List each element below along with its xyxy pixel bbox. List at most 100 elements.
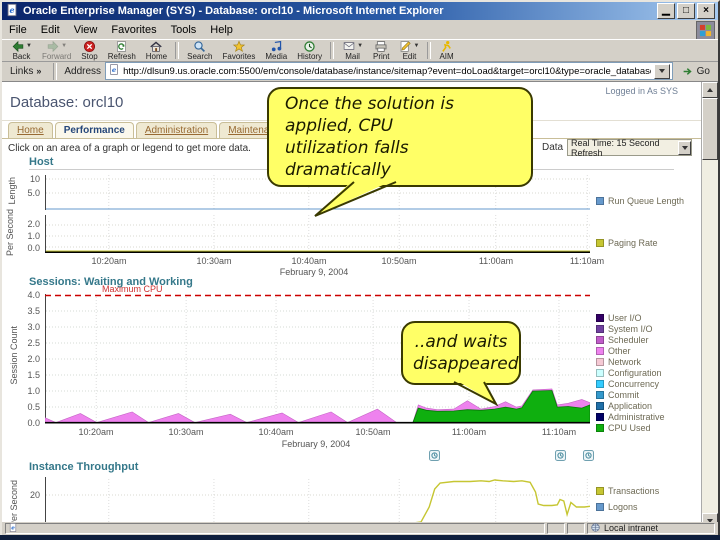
forward-icon [46, 40, 60, 53]
y-axis-label: Per Second [9, 480, 19, 528]
home-button[interactable]: Home [141, 40, 172, 61]
tab-home[interactable]: Home [8, 122, 53, 139]
menu-file[interactable]: File [2, 23, 34, 37]
legend-swatch [596, 487, 604, 495]
favorites-icon [232, 39, 246, 53]
address-dropdown-button[interactable] [653, 63, 670, 79]
legend-swatch [596, 369, 604, 377]
interval-clock-icon[interactable] [429, 450, 440, 461]
restore-button[interactable]: □ [677, 3, 695, 19]
legend-concurrency[interactable]: Concurrency [596, 379, 659, 389]
minimize-button[interactable]: ▁ [657, 3, 675, 19]
ie-logo [696, 21, 715, 40]
legend-swatch [596, 336, 604, 344]
address-label: Address [64, 65, 102, 77]
legend-label: Run Queue Length [608, 196, 685, 206]
links-toolbar[interactable]: Links» [5, 63, 46, 79]
legend-run-queue-length[interactable]: Run Queue Length [596, 196, 684, 206]
dropdown-caret-icon[interactable]: ▼ [61, 43, 67, 49]
y-tick: 2.5 [27, 338, 40, 348]
legend-system-i-o[interactable]: System I/O [596, 324, 653, 334]
legend-commit[interactable]: Commit [596, 390, 639, 400]
toolbar-button-label: History [297, 52, 323, 61]
legend-transactions[interactable]: Transactions [596, 486, 659, 496]
refresh-button[interactable]: Refresh [103, 40, 141, 61]
dropdown-caret-icon[interactable]: ▼ [357, 43, 363, 49]
menu-view[interactable]: View [67, 23, 105, 37]
menu-tools[interactable]: Tools [164, 23, 204, 37]
em-page: Logged in As SYS Database: orcl10 Home Pe… [2, 82, 702, 529]
dropdown-caret-icon[interactable]: ▼ [413, 43, 419, 49]
go-button[interactable]: Go [677, 65, 715, 78]
section-host-title: Host [29, 156, 54, 168]
forward-button[interactable]: ▼ Forward [37, 40, 76, 61]
x-label: 10:20am [78, 427, 114, 437]
scroll-up-button[interactable] [702, 82, 718, 98]
tab-administration[interactable]: Administration [135, 122, 218, 139]
print-button[interactable]: Print [368, 40, 394, 61]
legend-administrative[interactable]: Administrative [596, 412, 665, 422]
legend-label: Application [608, 401, 653, 411]
legend-swatch [596, 325, 604, 333]
mail-icon [342, 40, 356, 52]
back-button[interactable]: ▼ Back [6, 40, 37, 61]
menu-bar: File Edit View Favorites Tools Help [2, 22, 696, 38]
aim-button[interactable]: AIM [434, 40, 458, 61]
stop-button[interactable]: Stop [76, 40, 102, 61]
toolbar-separator [53, 62, 58, 80]
svg-text:e: e [112, 66, 116, 74]
dropdown-caret-icon[interactable]: ▼ [26, 43, 32, 49]
toolbar-separator [330, 42, 335, 59]
legend-configuration[interactable]: Configuration [596, 368, 662, 378]
section-throughput-title: Instance Throughput [29, 461, 139, 473]
favorites-button[interactable]: Favorites [217, 39, 260, 61]
close-button[interactable]: × [697, 3, 715, 19]
logged-in-as: Logged in As SYS [605, 86, 678, 96]
legend-scheduler[interactable]: Scheduler [596, 335, 649, 345]
go-arrow-icon [683, 67, 692, 75]
menu-help[interactable]: Help [203, 23, 240, 37]
history-button[interactable]: History [292, 40, 327, 61]
legend-swatch [596, 402, 604, 410]
ie-toolbar: ▼ Back ▼ Forward Stop Refresh Home Search Favori… [2, 39, 718, 62]
address-bar: Links» Address e http://dlsun9.us.oracle… [2, 61, 718, 82]
legend-cpu-used[interactable]: CPU Used [596, 423, 651, 433]
go-label: Go [696, 65, 710, 77]
y-tick: 1.0 [27, 231, 40, 241]
svg-text:e: e [11, 525, 15, 531]
legend-logons[interactable]: Logons [596, 502, 638, 512]
search-button[interactable]: Search [182, 40, 217, 61]
legend-user-i-o[interactable]: User I/O [596, 313, 642, 323]
menu-edit[interactable]: Edit [34, 23, 67, 37]
menu-favorites[interactable]: Favorites [104, 23, 163, 37]
title-bar[interactable]: e Oracle Enterprise Manager (SYS) - Data… [2, 2, 718, 20]
legend-swatch [596, 391, 604, 399]
address-input[interactable]: e http://dlsun9.us.oracle.com:5500/em/co… [105, 62, 673, 80]
vertical-scrollbar[interactable] [701, 82, 718, 529]
legend-application[interactable]: Application [596, 401, 652, 411]
scrollbar-thumb[interactable] [702, 98, 718, 160]
interval-clock-icon[interactable] [583, 450, 594, 461]
legend-label: Concurrency [608, 379, 660, 389]
page-icon: e [108, 63, 120, 79]
y-axis-label: Length [7, 177, 17, 205]
status-bar: e Local intranet [2, 522, 718, 534]
edit-button[interactable]: ▼ Edit [394, 40, 424, 61]
y-tick: 0.0 [27, 243, 40, 253]
view-data-select[interactable]: Real Time: 15 Second Refresh [567, 138, 692, 158]
mail-button[interactable]: ▼ Mail [337, 40, 368, 61]
toolbar-button-label: Back [12, 52, 31, 61]
legend-network[interactable]: Network [596, 357, 641, 367]
toolbar-separator [427, 42, 432, 59]
search-icon [193, 40, 206, 53]
y-tick: 20 [29, 490, 40, 500]
tab-performance[interactable]: Performance [54, 122, 134, 139]
interval-clock-icon[interactable] [555, 450, 566, 461]
legend-paging-rate[interactable]: Paging Rate [596, 238, 658, 248]
y-axis-label: Per Second [5, 209, 15, 257]
legend-other[interactable]: Other [596, 346, 631, 356]
select-dropdown-button[interactable] [678, 140, 691, 155]
x-label: 11:10am [569, 256, 605, 266]
legend-swatch [596, 380, 604, 388]
media-button[interactable]: Media [260, 40, 292, 61]
